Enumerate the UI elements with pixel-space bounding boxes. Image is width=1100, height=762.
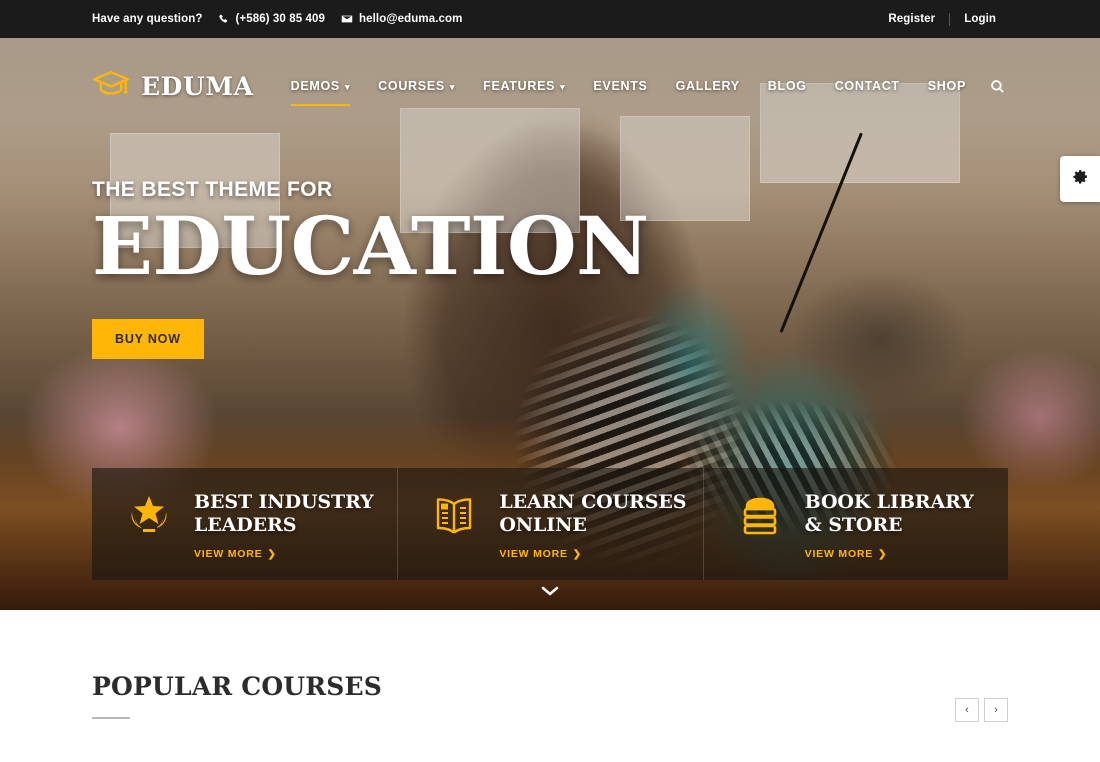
nav-label: SHOP [927, 79, 966, 93]
nav-label: DEMOS [290, 79, 340, 93]
nav-label: EVENTS [593, 79, 648, 93]
nav-item-shop[interactable]: SHOP [914, 38, 980, 134]
book-stack-icon [733, 490, 787, 542]
feature-card-learn-courses-online[interactable]: LEARN COURSES ONLINE VIEW MORE ❯ [397, 468, 702, 580]
topbar-email-address: hello@eduma.com [358, 13, 463, 25]
view-more-label: VIEW MORE [804, 548, 874, 561]
envelope-icon [341, 13, 353, 25]
topbar-phone[interactable]: (+586) 30 85 409 [218, 13, 325, 25]
feature-body: LEARN COURSES ONLINE VIEW MORE ❯ [499, 490, 688, 560]
feature-body: BEST INDUSTRY LEADERS VIEW MORE ❯ [194, 490, 383, 560]
nav-label: CONTACT [834, 79, 900, 93]
feature-body: BOOK LIBRARY & STORE VIEW MORE ❯ [805, 490, 994, 560]
topbar-question-label: Have any question? [92, 13, 203, 25]
nav-item-courses[interactable]: COURSES ▾ [364, 38, 469, 134]
nav-label: BLOG [767, 79, 807, 93]
carousel-next-button[interactable]: › [984, 698, 1008, 722]
phone-icon [218, 14, 229, 25]
feature-title: LEARN COURSES ONLINE [499, 491, 687, 537]
hero-headline: EDUCATION [92, 199, 649, 293]
feature-title: BOOK LIBRARY & STORE [804, 491, 974, 537]
chevron-down-icon: ▾ [560, 81, 566, 92]
nav-item-events[interactable]: EVENTS [579, 38, 661, 134]
chevron-right-icon: ❯ [267, 548, 277, 560]
topbar-phone-number: (+586) 30 85 409 [235, 13, 325, 25]
title-underline [92, 717, 130, 719]
register-link[interactable]: Register [874, 13, 949, 25]
topbar-account-links: Register Login [874, 0, 1010, 38]
carousel-prev-button[interactable]: ‹ [955, 698, 979, 722]
chevron-right-icon: ❯ [572, 548, 582, 560]
chevron-down-icon [540, 584, 560, 601]
open-book-icon [427, 490, 481, 542]
site-logo[interactable]: EDUMA [92, 69, 254, 104]
hero-content: THE BEST THEME FOR EDUCATION BUY NOW [92, 178, 649, 359]
nav-item-demos[interactable]: DEMOS ▾ [277, 38, 365, 134]
carousel-navigation: ‹ › [955, 698, 1008, 722]
logo-text: EDUMA [141, 71, 254, 101]
nav-label: COURSES [378, 79, 445, 93]
graduation-cap-icon [92, 69, 130, 104]
top-bar: Have any question? (+586) 30 85 409 hell… [0, 0, 1100, 38]
view-more-label: VIEW MORE [499, 548, 568, 561]
page-title: POPULAR COURSES [92, 672, 383, 701]
view-more-label: VIEW MORE [194, 548, 263, 561]
star-laurel-icon [122, 490, 176, 542]
feature-card-book-library-store[interactable]: BOOK LIBRARY & STORE VIEW MORE ❯ [702, 468, 1008, 580]
login-link[interactable]: Login [950, 13, 1010, 25]
gear-icon [1072, 168, 1089, 190]
chevron-right-icon: ❯ [878, 548, 888, 560]
view-more-link[interactable]: VIEW MORE ❯ [805, 548, 994, 560]
hero-feature-strip: BEST INDUSTRY LEADERS VIEW MORE ❯ LEARN … [92, 468, 1008, 580]
main-navigation: DEMOS ▾ COURSES ▾ FEATURES ▾ EVENTS GALL… [277, 38, 1014, 134]
search-icon[interactable] [980, 38, 1014, 134]
topbar-email[interactable]: hello@eduma.com [341, 13, 462, 25]
feature-card-best-industry-leaders[interactable]: BEST INDUSTRY LEADERS VIEW MORE ❯ [92, 468, 397, 580]
nav-label: GALLERY [675, 79, 740, 93]
view-more-link[interactable]: VIEW MORE ❯ [499, 548, 688, 560]
chevron-down-icon: ▾ [449, 81, 456, 92]
theme-settings-tab[interactable] [1060, 156, 1100, 202]
nav-item-contact[interactable]: CONTACT [821, 38, 914, 134]
topbar-contact-group: Have any question? (+586) 30 85 409 hell… [92, 13, 462, 25]
view-more-link[interactable]: VIEW MORE ❯ [194, 548, 383, 560]
hero-banner: EDUMA DEMOS ▾ COURSES ▾ FEATURES ▾ EVENT… [0, 38, 1100, 610]
chevron-down-icon: ▾ [344, 81, 351, 92]
feature-title: BEST INDUSTRY LEADERS [194, 491, 374, 537]
nav-item-features[interactable]: FEATURES ▾ [469, 38, 579, 134]
popular-courses-section: POPULAR COURSES ‹ › [0, 610, 1100, 762]
nav-label: FEATURES [483, 79, 556, 93]
nav-item-gallery[interactable]: GALLERY [662, 38, 754, 134]
scroll-down-button[interactable] [540, 584, 560, 602]
nav-item-blog[interactable]: BLOG [754, 38, 821, 134]
buy-now-button[interactable]: BUY NOW [92, 318, 204, 359]
site-header: EDUMA DEMOS ▾ COURSES ▾ FEATURES ▾ EVENT… [0, 38, 1100, 134]
